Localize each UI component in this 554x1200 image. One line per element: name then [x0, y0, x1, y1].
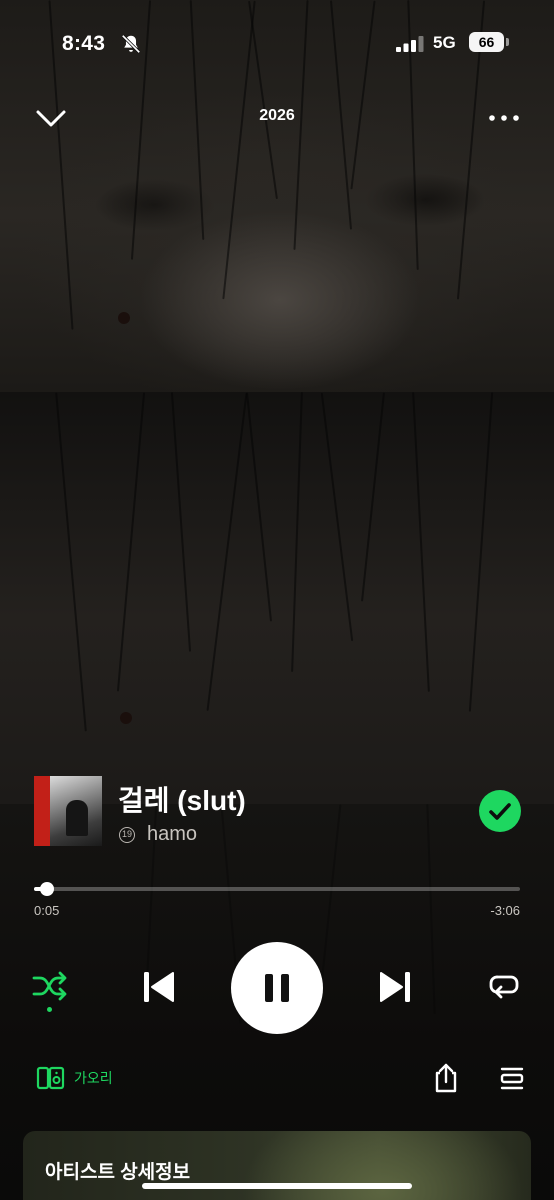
bell-off-icon [121, 34, 141, 54]
status-time: 8:43 [62, 32, 106, 55]
network-type: 5G [433, 33, 456, 52]
track-title[interactable]: 걸레 (slut) [118, 779, 246, 819]
repeat-button[interactable] [484, 966, 524, 1006]
check-icon [489, 803, 511, 820]
pause-icon [265, 974, 289, 1002]
time-elapsed: 0:05 [34, 903, 60, 918]
more-icon[interactable] [484, 104, 524, 132]
artist-details-card[interactable]: 아티스트 상세정보 [23, 1131, 531, 1200]
player-header: 2026 [0, 96, 554, 140]
time-remaining: -3:06 [490, 903, 520, 918]
artist-name[interactable]: hamo [147, 823, 197, 846]
shuffle-button[interactable] [30, 966, 70, 1006]
shuffle-icon [32, 971, 67, 1001]
skip-previous-icon [144, 972, 174, 1002]
bottom-actions: 가오리 [0, 1058, 554, 1098]
device-label: 가오리 [74, 1070, 113, 1086]
next-button[interactable] [374, 966, 416, 1008]
status-bar: 8:43 5G 66 [0, 0, 554, 86]
explicit-badge: 19 [119, 827, 135, 843]
progress-knob[interactable] [40, 882, 54, 896]
background-frame-middle [0, 392, 554, 804]
progress-track [34, 887, 520, 891]
skip-next-icon [380, 972, 410, 1002]
repeat-icon [489, 975, 519, 999]
playlist-title: 2026 [259, 107, 295, 124]
progress-bar[interactable]: 0:05 -3:06 [34, 878, 520, 918]
track-info: 걸레 (slut) 19 hamo [34, 775, 524, 849]
pause-button[interactable] [231, 942, 323, 1034]
saved-button[interactable] [479, 790, 521, 832]
album-art-logo [34, 776, 50, 846]
previous-button[interactable] [138, 966, 180, 1008]
battery-icon: 66 [469, 32, 509, 52]
artist-card-title: 아티스트 상세정보 [45, 1162, 191, 1183]
shuffle-active-indicator [47, 1007, 52, 1012]
album-art[interactable] [34, 776, 102, 846]
playback-controls [0, 942, 554, 1034]
queue-icon[interactable] [496, 1062, 528, 1094]
connect-device-button[interactable]: 가오리 [36, 1062, 146, 1094]
home-indicator [142, 1183, 412, 1189]
device-icon [36, 1066, 65, 1090]
share-icon[interactable] [430, 1062, 462, 1094]
battery-level: 66 [469, 32, 504, 52]
signal-icon [396, 36, 424, 52]
